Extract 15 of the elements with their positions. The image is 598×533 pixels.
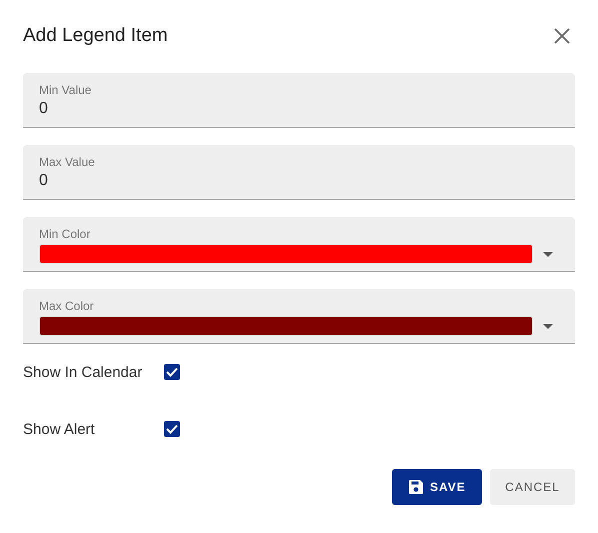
cancel-button[interactable]: CANCEL: [490, 469, 575, 505]
checkbox-label: Show In Calendar: [23, 364, 144, 380]
save-button[interactable]: SAVE: [392, 469, 482, 505]
input-field[interactable]: Min Value 0: [23, 73, 575, 128]
checkbox-label: Show Alert: [23, 420, 96, 438]
checkbox[interactable]: [164, 364, 180, 380]
color-select[interactable]: Min Color: [23, 217, 575, 272]
dialog-title: Add Legend Item: [23, 25, 168, 47]
close-icon[interactable]: [554, 28, 570, 44]
caret-icon: [543, 324, 553, 328]
save-icon: [408, 479, 424, 495]
input-field[interactable]: Max Value 0: [23, 145, 575, 200]
caret-icon: [543, 252, 553, 256]
checkbox[interactable]: [164, 421, 180, 437]
color-select[interactable]: Max Color: [23, 289, 575, 344]
